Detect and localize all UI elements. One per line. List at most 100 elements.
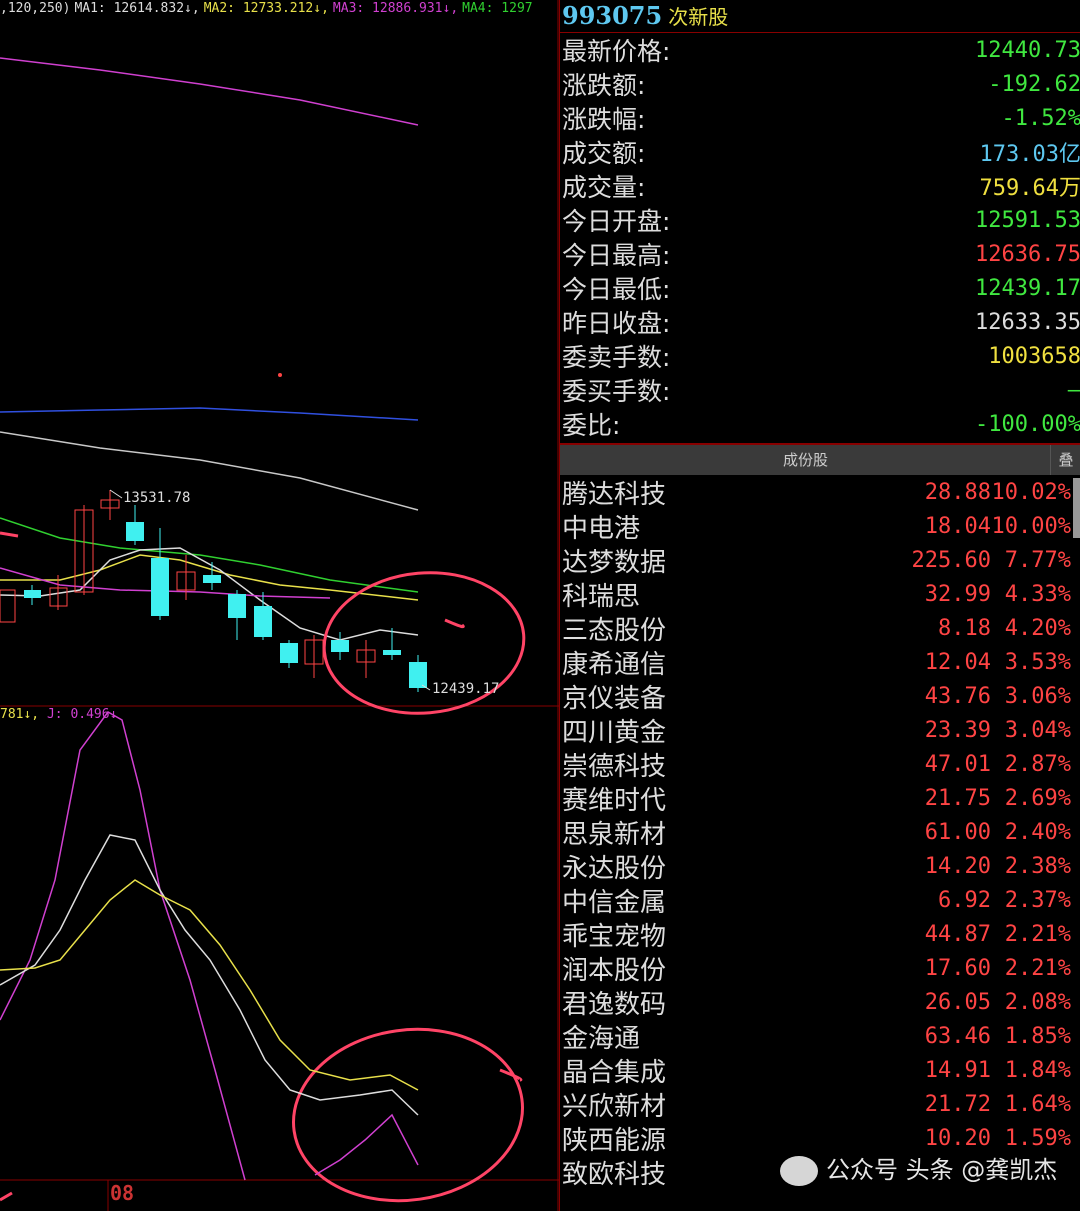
candle [126, 522, 144, 541]
kdj-prefix: 781↓, [0, 707, 40, 722]
ma3-value: MA3: 12886.931↓, [332, 1, 459, 16]
quote-label: 今日最高: [562, 241, 671, 270]
quote-value: -100.00% [975, 411, 1080, 437]
quote-row: 涨跌幅: -1.52% [560, 101, 1080, 135]
ma3-line [0, 57, 419, 126]
ma5-line [0, 407, 419, 421]
component-row[interactable]: 康希通信 12.04 3.53% [560, 645, 1080, 680]
component-change: 2.37% [1004, 887, 1071, 913]
component-row[interactable]: 三态股份 8.18 4.20% [560, 611, 1080, 646]
kdj-j-line [0, 711, 246, 1181]
component-row[interactable]: 腾达科技 28.88 10.02% [560, 475, 1080, 510]
quote-row: 成交额: 173.03亿 [560, 135, 1080, 169]
component-change: 1.59% [1004, 1125, 1071, 1151]
candle [383, 650, 401, 655]
component-price: 14.20 [924, 853, 991, 879]
component-row[interactable]: 赛维时代 21.75 2.69% [560, 781, 1080, 816]
component-row[interactable]: 崇德科技 47.01 2.87% [560, 747, 1080, 782]
component-row[interactable]: 科瑞思 32.99 4.33% [560, 577, 1080, 612]
component-name: 金海通 [562, 1023, 641, 1054]
component-change: 2.21% [1004, 955, 1071, 981]
component-row[interactable]: 兴欣新材 21.72 1.64% [560, 1087, 1080, 1122]
component-price: 21.72 [924, 1091, 991, 1117]
component-price: 17.60 [924, 955, 991, 981]
candle [151, 558, 169, 616]
quote-label: 今日开盘: [562, 207, 671, 236]
components-list[interactable]: 腾达科技 28.88 10.02% 中电港 18.04 10.00% 达梦数据 225.60 7… [560, 475, 1080, 1190]
components-title: 成份股 [782, 451, 828, 469]
date-axis-label: 08 [110, 1181, 135, 1205]
scrollbar-thumb[interactable] [1073, 478, 1080, 538]
quote-row: 最新价格: 12440.73 [560, 33, 1080, 67]
annotation-circle-top [322, 571, 526, 715]
quote-label: 最新价格: [562, 37, 671, 66]
component-row[interactable]: 中电港 18.04 10.00% [560, 509, 1080, 544]
component-name: 润本股份 [562, 955, 667, 986]
low-price-label: 12439.17 [432, 681, 500, 697]
component-name: 兴欣新材 [562, 1091, 667, 1122]
kdj-k-line [0, 834, 419, 1116]
component-change: 3.06% [1004, 683, 1071, 709]
component-name: 赛维时代 [562, 785, 667, 816]
component-name: 四川黄金 [562, 717, 667, 748]
quote-value: 12440.73 [975, 37, 1080, 63]
kline-chart-canvas[interactable] [0, 0, 559, 1211]
quote-value: — [1067, 377, 1080, 403]
component-row[interactable]: 君逸数码 26.05 2.08% [560, 985, 1080, 1020]
wechat-icon [780, 1156, 818, 1186]
ma-legend: ,120,250) MA1: 12614.832↓, MA2: 12733.212↓… [0, 0, 537, 20]
component-price: 225.60 [911, 547, 991, 573]
ma1-value: MA1: 12614.832↓, [74, 1, 200, 16]
quote-value: 12591.53 [975, 207, 1080, 233]
quote-row: 委比: -100.00% [560, 407, 1080, 441]
ma4-value: MA4: 1297 [462, 1, 533, 16]
quote-value: 759.64万 [979, 176, 1080, 201]
component-change: 4.33% [1004, 581, 1071, 607]
component-change: 7.77% [1004, 547, 1071, 573]
kdj-j-recent [314, 1113, 419, 1176]
kdj-legend: 781↓, J: 0.496↓ [0, 706, 117, 724]
component-change: 3.04% [1004, 717, 1071, 743]
component-price: 18.04 [924, 513, 991, 539]
fold-button[interactable]: 叠 [1050, 445, 1080, 475]
quote-value: 12636.75 [975, 241, 1080, 267]
component-name: 乖宝宠物 [562, 921, 667, 952]
component-row[interactable]: 京仪装备 43.76 3.06% [560, 679, 1080, 714]
component-row[interactable]: 达梦数据 225.60 7.77% [560, 543, 1080, 578]
quote-value: 12633.35 [975, 309, 1080, 335]
component-row[interactable]: 晶合集成 14.91 1.84% [560, 1053, 1080, 1088]
component-price: 26.05 [924, 989, 991, 1015]
candle [280, 643, 298, 663]
component-row[interactable]: 润本股份 17.60 2.21% [560, 951, 1080, 986]
component-name: 腾达科技 [562, 479, 667, 510]
component-price: 44.87 [924, 921, 991, 947]
component-row[interactable]: 思泉新材 61.00 2.40% [560, 815, 1080, 850]
kline-chart-panel[interactable]: ,120,250) MA1: 12614.832↓, MA2: 12733.212↓… [0, 0, 559, 1211]
component-price: 12.04 [924, 649, 991, 675]
quote-label: 涨跌幅: [562, 105, 646, 134]
watermark-text: 公众号 头条 @龚凯杰 [826, 1156, 1058, 1184]
watermark: 公众号 头条 @龚凯杰 [780, 1150, 1057, 1186]
candle [409, 662, 427, 688]
component-row[interactable]: 中信金属 6.92 2.37% [560, 883, 1080, 918]
candle [331, 640, 349, 652]
component-name: 崇德科技 [562, 751, 667, 782]
component-row[interactable]: 乖宝宠物 44.87 2.21% [560, 917, 1080, 952]
component-change: 4.20% [1004, 615, 1071, 641]
component-row[interactable]: 金海通 63.46 1.85% [560, 1019, 1080, 1054]
stock-name: 次新股 [668, 5, 729, 29]
quote-label: 成交额: [562, 139, 646, 168]
component-name: 三态股份 [562, 615, 667, 646]
component-name: 君逸数码 [562, 989, 667, 1020]
kdj-j-value: J: 0.496↓ [46, 707, 118, 722]
quote-label: 昨日收盘: [562, 309, 671, 338]
high-price-label: 13531.78 [123, 490, 191, 506]
stock-code: 993075 [562, 1, 663, 30]
quote-row: 委买手数: — [560, 373, 1080, 407]
quote-value: -192.62 [988, 71, 1080, 97]
component-row[interactable]: 永达股份 14.20 2.38% [560, 849, 1080, 884]
component-row[interactable]: 四川黄金 23.39 3.04% [560, 713, 1080, 748]
quote-label: 今日最低: [562, 275, 671, 304]
components-header: 成份股 叠 [560, 444, 1080, 475]
candle [254, 606, 272, 637]
